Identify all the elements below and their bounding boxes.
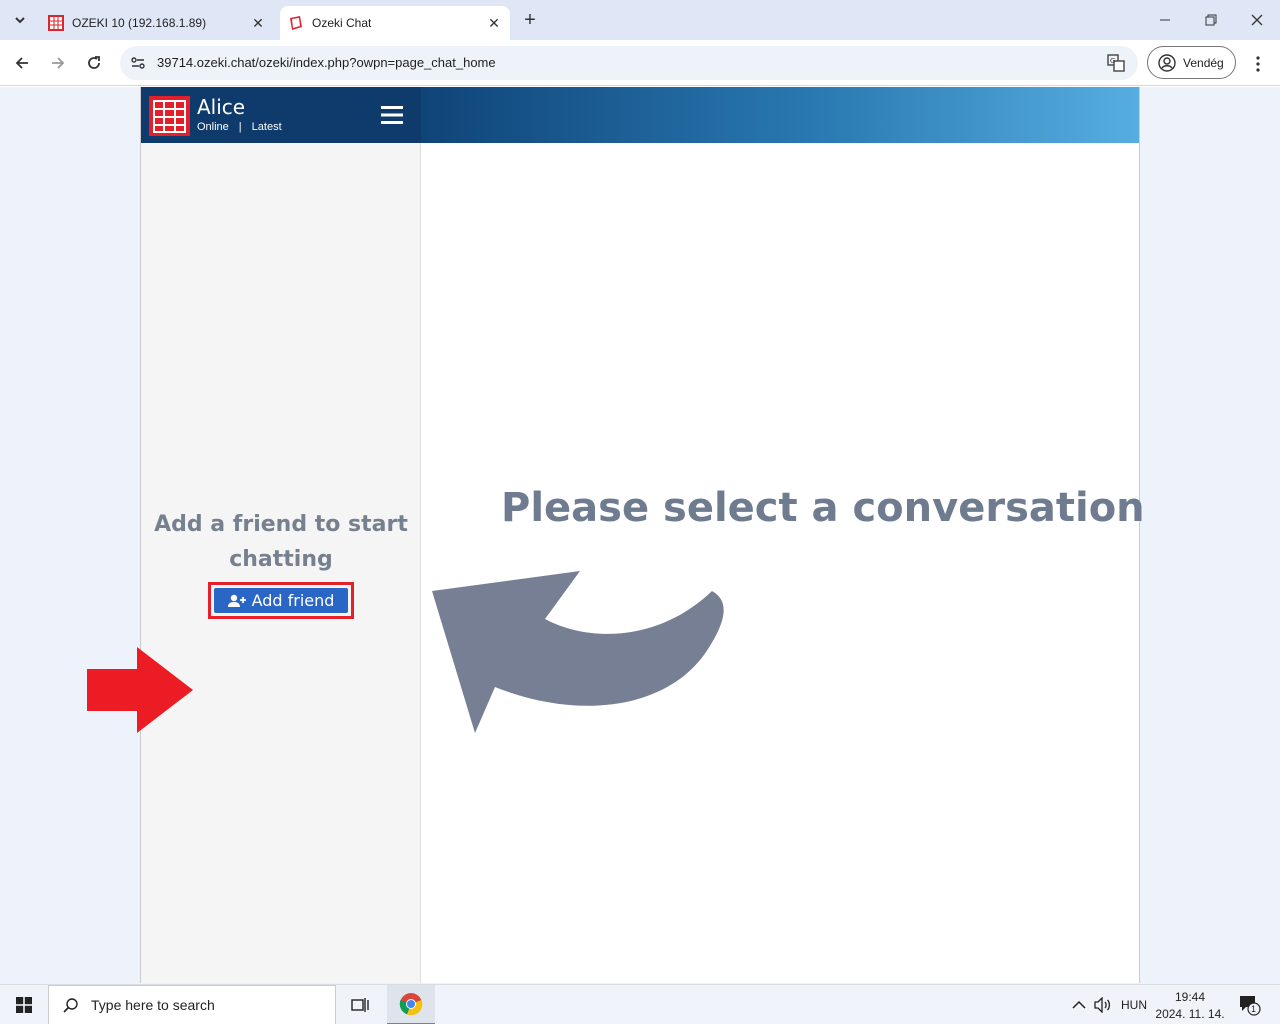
start-button[interactable] [0,985,48,1024]
ozeki-grid-icon [48,15,64,31]
close-icon[interactable]: ✕ [484,13,504,33]
volume-button[interactable] [1094,985,1112,1024]
more-vert-icon [1256,56,1260,72]
select-conversation-message: Please select a conversation [501,485,1145,531]
add-friend-label: Add friend [251,591,335,610]
curved-arrow-icon [432,571,724,733]
conversation-area: Please select a conversation [421,143,1145,983]
add-friend-button[interactable]: Add friend [214,588,348,613]
status-text[interactable]: Online [197,121,229,133]
clock-date: 2024. 11. 14. [1155,1007,1225,1021]
user-status-line: Online | Latest [197,121,282,133]
ozeki-grid-icon [153,99,186,133]
url-text[interactable]: 39714.ozeki.chat/ozeki/index.php?owpn=pa… [157,55,496,70]
close-window-button[interactable] [1234,0,1280,40]
clock-time: 19:44 [1174,990,1206,1004]
task-view-button[interactable] [344,993,376,1017]
latest-filter[interactable]: Latest [252,121,282,133]
restore-icon [1205,14,1217,26]
notification-center-button[interactable]: 1 [1238,985,1262,1024]
task-view-icon [351,998,369,1012]
chrome-icon [399,993,423,1016]
minimize-icon [1160,19,1170,21]
address-bar[interactable]: 39714.ozeki.chat/ozeki/index.php?owpn=pa… [120,46,1138,80]
close-icon[interactable]: ✕ [248,13,268,33]
tray-overflow-button[interactable] [1072,985,1086,1024]
close-icon [1251,14,1263,26]
user-name: Alice [197,95,246,119]
forward-button[interactable] [44,49,72,77]
chevron-down-icon [15,17,25,24]
reload-icon [88,56,100,69]
tab-title: OZEKI 10 (192.168.1.89) [72,16,207,30]
new-tab-button[interactable]: + [518,8,542,32]
status-separator: | [238,121,242,133]
svg-text:G: G [1110,57,1115,65]
empty-friends-panel: Add a friend to start chatting Add frien… [141,507,421,619]
site-info-icon[interactable] [128,53,148,73]
browser-toolbar: 39714.ozeki.chat/ozeki/index.php?owpn=pa… [0,40,1280,86]
browser-menu-button[interactable] [1246,52,1270,76]
user-plus-icon [227,594,246,607]
restore-button[interactable] [1188,0,1234,40]
language-indicator[interactable]: HUN [1121,985,1147,1024]
red-arrow-annotation [87,647,193,733]
notification-count: 1 [1251,1004,1257,1014]
windows-logo-icon [16,997,32,1013]
notification-icon [1240,996,1261,1016]
sidebar: Alice Online | Latest Add a friend to st… [141,87,421,983]
taskbar-clock[interactable]: 19:44 2024. 11. 14. [1152,989,1228,1023]
empty-friends-message: Add a friend to start chatting [154,512,408,572]
tab-search-button[interactable] [8,8,32,32]
ozeki-logo[interactable] [149,96,190,136]
tab-title: Ozeki Chat [312,16,372,30]
conversation-header [421,87,1139,143]
windows-taskbar: Type here to search HUN 19:44 2024. 11. … [0,984,1280,1024]
search-icon [63,998,78,1013]
sidebar-header: Alice Online | Latest [141,87,421,143]
profile-label: Vendég [1183,55,1224,70]
add-friend-highlight: Add friend [208,582,354,619]
ozeki-chat-icon [290,16,302,30]
tab-ozeki-10[interactable]: OZEKI 10 (192.168.1.89) ✕ [40,6,274,40]
page-viewport: Alice Online | Latest Add a friend to st… [0,87,1280,984]
chat-app: Alice Online | Latest Add a friend to st… [140,87,1145,983]
chevron-up-icon [1072,1000,1086,1009]
speaker-icon [1094,997,1111,1013]
reload-button[interactable] [80,49,108,77]
search-placeholder: Type here to search [91,997,215,1013]
taskbar-search-input[interactable]: Type here to search [48,985,336,1024]
back-button[interactable] [8,49,36,77]
translate-icon[interactable]: G [1106,53,1126,73]
account-circle-icon [1158,53,1176,72]
tab-ozeki-chat[interactable]: Ozeki Chat ✕ [280,6,510,40]
arrow-right-icon [52,57,65,69]
chrome-taskbar-button[interactable] [387,985,435,1024]
hamburger-menu-icon[interactable] [381,105,403,125]
arrow-left-icon [15,57,28,69]
browser-tab-bar: OZEKI 10 (192.168.1.89) ✕ Ozeki Chat ✕ + [0,0,1280,40]
minimize-button[interactable] [1142,0,1188,40]
profile-button[interactable]: Vendég [1147,46,1236,79]
